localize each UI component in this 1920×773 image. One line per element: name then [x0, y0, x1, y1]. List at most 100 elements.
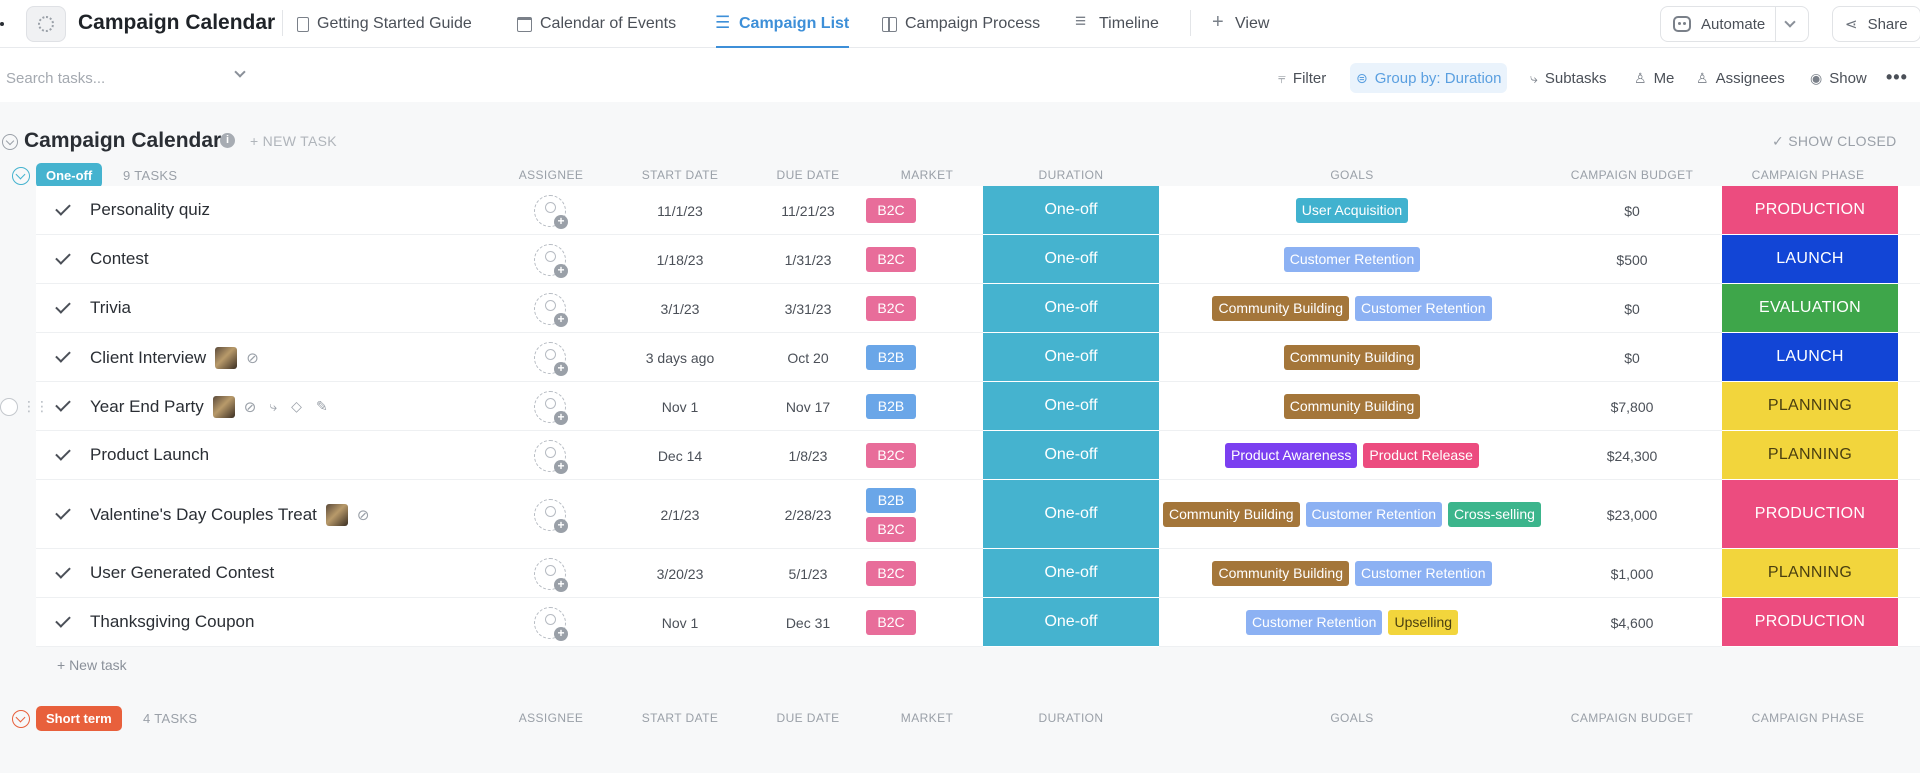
- task-name[interactable]: Contest: [90, 249, 149, 269]
- duration-cell[interactable]: One-off: [983, 549, 1159, 598]
- column-header-duration[interactable]: DURATION: [1039, 168, 1104, 182]
- goal-tag[interactable]: Community Building: [1163, 502, 1300, 527]
- attachment-thumbnail[interactable]: [325, 503, 348, 526]
- attachment-thumbnail[interactable]: [212, 395, 235, 418]
- table-row[interactable]: Client Interview ⊘ 3 days ago Oct 20 B2B One-…: [36, 333, 1920, 382]
- assignee-avatar-placeholder[interactable]: [534, 557, 568, 592]
- campaign-phase-cell[interactable]: LAUNCH: [1722, 235, 1898, 284]
- tab-campaign-process[interactable]: Campaign Process: [882, 0, 1040, 48]
- market-badge[interactable]: B2C: [866, 296, 916, 321]
- task-status-check-icon[interactable]: [55, 503, 71, 520]
- drag-handle-icon[interactable]: ⋮⋮: [22, 398, 49, 415]
- search-box[interactable]: [0, 55, 262, 101]
- group-badge[interactable]: Short term: [36, 706, 122, 731]
- task-status-check-icon[interactable]: [55, 395, 71, 412]
- goal-tag[interactable]: Community Building: [1212, 561, 1349, 586]
- back-icon[interactable]: [0, 22, 4, 26]
- campaign-phase-cell[interactable]: PRODUCTION: [1722, 186, 1898, 235]
- goals-cell[interactable]: Customer Retention Upselling: [1162, 598, 1542, 647]
- market-badge[interactable]: B2B: [866, 487, 916, 513]
- due-date[interactable]: Nov 17: [786, 399, 830, 415]
- campaign-phase-cell[interactable]: PLANNING: [1722, 382, 1898, 431]
- goal-tag[interactable]: Customer Retention: [1283, 247, 1421, 272]
- due-date[interactable]: 1/31/23: [785, 252, 832, 268]
- task-status-check-icon[interactable]: [55, 562, 71, 579]
- add-view-button[interactable]: View: [1212, 0, 1269, 48]
- group-badge[interactable]: One-off: [36, 163, 103, 188]
- table-row[interactable]: Valentine's Day Couples Treat ⊘ 2/1/23 2/28…: [36, 480, 1920, 549]
- assignee-avatar-placeholder[interactable]: [534, 341, 568, 376]
- goal-tag[interactable]: Product Release: [1363, 443, 1479, 468]
- tab-campaign-list[interactable]: Campaign List: [715, 0, 850, 48]
- column-header-phase[interactable]: CAMPAIGN PHASE: [1752, 711, 1865, 725]
- edit-icon[interactable]: ✎: [316, 398, 328, 415]
- assignee-avatar-placeholder[interactable]: [534, 390, 568, 425]
- duration-cell[interactable]: One-off: [983, 333, 1159, 382]
- task-name[interactable]: Year End Party ⊘ ⤷ ◇ ✎: [90, 395, 328, 418]
- assignee-avatar-placeholder[interactable]: [534, 498, 568, 533]
- start-date[interactable]: Nov 1: [662, 615, 699, 631]
- campaign-budget[interactable]: $23,000: [1607, 507, 1658, 523]
- goals-cell[interactable]: Community Building Customer Retention: [1162, 284, 1542, 333]
- table-row[interactable]: Product LaunchDec 141/8/23B2COne-offProd…: [36, 431, 1920, 480]
- column-header-start-date[interactable]: START DATE: [642, 168, 718, 182]
- assignee-avatar-placeholder[interactable]: [534, 243, 568, 278]
- market-badge[interactable]: B2C: [866, 561, 916, 586]
- table-row[interactable]: User Generated Contest 3/20/23 5/1/23 B2C On…: [36, 549, 1920, 598]
- campaign-phase-cell[interactable]: PRODUCTION: [1722, 598, 1898, 647]
- campaign-budget[interactable]: $7,800: [1611, 399, 1654, 415]
- subtask-icon[interactable]: ⤷: [269, 398, 277, 415]
- due-date[interactable]: 11/21/23: [781, 203, 834, 219]
- goal-tag[interactable]: Product Awareness: [1225, 443, 1358, 468]
- due-date[interactable]: 1/8/23: [789, 448, 828, 464]
- task-name[interactable]: Thanksgiving Coupon: [90, 612, 254, 632]
- task-name[interactable]: Valentine's Day Couples Treat ⊘: [90, 503, 369, 526]
- goal-tag[interactable]: Community Building: [1212, 296, 1349, 321]
- goals-cell[interactable]: Customer Retention: [1162, 235, 1542, 284]
- duration-cell[interactable]: One-off: [983, 186, 1159, 235]
- tag-icon[interactable]: ◇: [291, 398, 302, 415]
- goals-cell[interactable]: Community Building: [1162, 333, 1542, 382]
- column-header-phase[interactable]: CAMPAIGN PHASE: [1752, 168, 1865, 182]
- duration-cell[interactable]: One-off: [983, 235, 1159, 284]
- new-task-button[interactable]: + NEW TASK: [250, 133, 337, 149]
- column-header-duration[interactable]: DURATION: [1039, 711, 1104, 725]
- due-date[interactable]: 5/1/23: [789, 566, 828, 582]
- goals-cell[interactable]: User Acquisition: [1162, 186, 1542, 235]
- subtasks-button[interactable]: ⤷ Subtasks: [1524, 63, 1613, 93]
- market-badge[interactable]: B2C: [866, 610, 916, 635]
- column-header-market[interactable]: MARKET: [901, 168, 953, 182]
- task-status-check-icon[interactable]: [55, 444, 71, 461]
- start-date[interactable]: 3/1/23: [661, 301, 700, 317]
- campaign-budget[interactable]: $0: [1624, 203, 1640, 219]
- start-date[interactable]: 2/1/23: [661, 507, 700, 523]
- filter-button[interactable]: ⫧ Filter: [1272, 63, 1332, 93]
- goals-cell[interactable]: Community Building Customer Retention Cros…: [1162, 480, 1542, 549]
- column-header-assignee[interactable]: ASSIGNEE: [519, 711, 584, 725]
- due-date[interactable]: 3/31/23: [785, 301, 832, 317]
- goal-tag[interactable]: Customer Retention: [1245, 610, 1383, 635]
- campaign-budget[interactable]: $24,300: [1607, 448, 1658, 464]
- campaign-budget[interactable]: $500: [1616, 252, 1647, 268]
- table-row[interactable]: Thanksgiving Coupon Nov 1 Dec 31 B2C One-off…: [36, 598, 1920, 647]
- attachment-thumbnail[interactable]: [215, 346, 238, 369]
- collapse-list-icon[interactable]: [2, 134, 18, 150]
- goal-tag[interactable]: Community Building: [1283, 394, 1421, 419]
- goal-tag[interactable]: Customer Retention: [1305, 502, 1443, 527]
- market-badge[interactable]: B2C: [866, 443, 916, 468]
- table-row[interactable]: Trivia3/1/233/31/23B2COne-offCommunity B…: [36, 284, 1920, 333]
- search-input[interactable]: [6, 69, 226, 87]
- assignee-avatar-placeholder[interactable]: [534, 292, 568, 327]
- campaign-budget[interactable]: $1,000: [1611, 566, 1654, 582]
- column-header-budget[interactable]: CAMPAIGN BUDGET: [1571, 711, 1693, 725]
- space-icon[interactable]: [26, 6, 66, 42]
- table-row[interactable]: Year End Party ⊘ ⤷ ◇ ✎ Nov 1 Nov 17 B2B One-off C…: [36, 382, 1920, 431]
- campaign-budget[interactable]: $0: [1624, 301, 1640, 317]
- tab-getting-started-guide[interactable]: Getting Started Guide: [297, 0, 472, 48]
- chevron-down-icon[interactable]: [234, 66, 246, 78]
- task-name[interactable]: Personality quiz: [90, 200, 210, 220]
- campaign-phase-cell[interactable]: PLANNING: [1722, 549, 1898, 598]
- goal-tag[interactable]: Customer Retention: [1354, 296, 1492, 321]
- start-date[interactable]: 3/20/23: [657, 566, 704, 582]
- duration-cell[interactable]: One-off: [983, 284, 1159, 333]
